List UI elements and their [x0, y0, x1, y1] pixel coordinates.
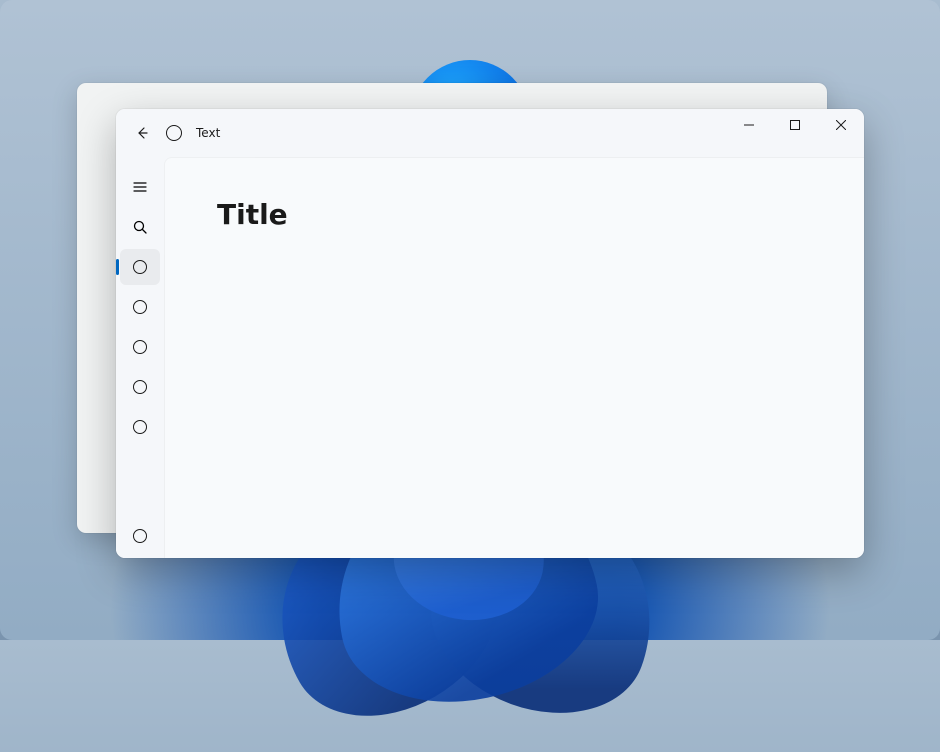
window-title: Text	[196, 126, 220, 140]
search-icon	[132, 219, 148, 235]
placeholder-icon	[133, 340, 147, 354]
placeholder-icon	[133, 260, 147, 274]
nav-item-3[interactable]	[120, 329, 160, 365]
caption-buttons	[726, 109, 864, 141]
maximize-button[interactable]	[772, 109, 818, 141]
placeholder-icon	[133, 380, 147, 394]
back-button[interactable]	[132, 123, 152, 143]
maximize-icon	[790, 120, 800, 130]
close-icon	[836, 120, 846, 130]
nav-toggle-button[interactable]	[120, 169, 160, 205]
placeholder-icon	[133, 300, 147, 314]
titlebar[interactable]: Text	[116, 109, 864, 157]
page-title: Title	[217, 198, 812, 231]
nav-item-1[interactable]	[120, 249, 160, 285]
content-area: Title	[164, 157, 864, 558]
nav-item-5[interactable]	[120, 409, 160, 445]
navigation-rail	[116, 157, 164, 558]
placeholder-icon	[133, 529, 147, 543]
nav-footer-item[interactable]	[120, 518, 160, 554]
placeholder-icon	[133, 420, 147, 434]
nav-item-2[interactable]	[120, 289, 160, 325]
back-arrow-icon	[134, 125, 150, 141]
close-button[interactable]	[818, 109, 864, 141]
search-button[interactable]	[120, 209, 160, 245]
minimize-button[interactable]	[726, 109, 772, 141]
minimize-icon	[744, 120, 754, 130]
hamburger-icon	[132, 179, 148, 195]
app-window: Text	[116, 109, 864, 558]
app-icon	[166, 125, 182, 141]
nav-item-4[interactable]	[120, 369, 160, 405]
